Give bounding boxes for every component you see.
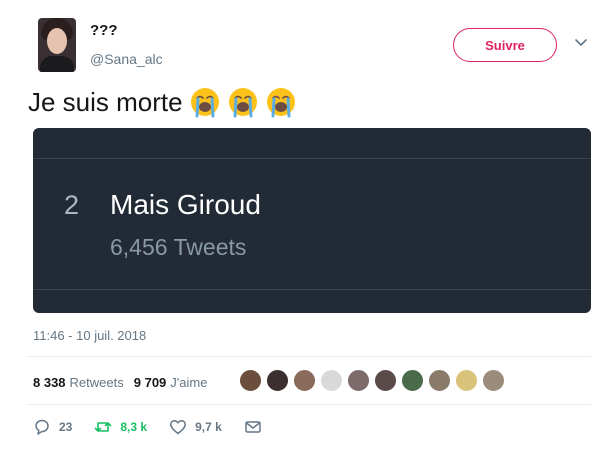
divider bbox=[28, 356, 591, 357]
liker-avatar[interactable] bbox=[319, 368, 344, 393]
retweets-count[interactable]: 8 338 bbox=[33, 375, 66, 390]
retweet-button[interactable]: 8,3 k bbox=[94, 418, 147, 436]
liker-avatar[interactable] bbox=[292, 368, 317, 393]
liker-avatar[interactable] bbox=[481, 368, 506, 393]
liker-avatar[interactable] bbox=[454, 368, 479, 393]
trend-rank: 2 bbox=[64, 190, 80, 220]
avatar[interactable] bbox=[38, 18, 76, 72]
reply-count: 23 bbox=[59, 420, 73, 434]
retweet-icon bbox=[95, 422, 112, 432]
media-divider bbox=[33, 158, 591, 159]
likes-label[interactable]: J'aime bbox=[170, 375, 207, 390]
avatar-face bbox=[47, 28, 67, 54]
user-handle[interactable]: @Sana_alc bbox=[90, 51, 163, 67]
reply-button[interactable]: 23 bbox=[33, 418, 72, 436]
tweet-text-content: Je suis morte bbox=[28, 86, 183, 117]
avatar-body bbox=[40, 56, 74, 72]
liker-avatar[interactable] bbox=[427, 368, 452, 393]
tweet-header: ??? @Sana_alc Suivre bbox=[28, 18, 591, 78]
liker-avatar[interactable] bbox=[238, 368, 263, 393]
liker-avatar[interactable] bbox=[373, 368, 398, 393]
media-image[interactable]: 2 Mais Giroud 6,456 Tweets bbox=[33, 128, 591, 313]
retweets-label[interactable]: Retweets bbox=[70, 375, 124, 390]
divider bbox=[28, 404, 591, 405]
loudly-crying-face-icon bbox=[266, 88, 295, 118]
liker-avatar[interactable] bbox=[265, 368, 290, 393]
like-button[interactable]: 9,7 k bbox=[169, 418, 222, 436]
chevron-down-icon[interactable] bbox=[573, 34, 589, 50]
reply-icon bbox=[35, 419, 49, 435]
loudly-crying-face-icon bbox=[190, 88, 219, 118]
tweet-actions: 23 8,3 k 9,7 k bbox=[33, 418, 292, 436]
liker-avatar[interactable] bbox=[400, 368, 425, 393]
trend-count: 6,456 Tweets bbox=[110, 234, 247, 260]
tweet-stats: 8 338 Retweets 9 709 J'aime bbox=[33, 368, 207, 396]
likes-count[interactable]: 9 709 bbox=[134, 375, 167, 390]
likers-avatars bbox=[238, 368, 508, 393]
tweet-text: Je suis morte bbox=[28, 86, 297, 118]
like-count: 9,7 k bbox=[195, 420, 222, 434]
loudly-crying-face-icon bbox=[228, 88, 257, 118]
retweet-count: 8,3 k bbox=[120, 420, 148, 434]
heart-icon bbox=[170, 419, 187, 435]
envelope-icon bbox=[245, 421, 261, 433]
direct-message-button[interactable] bbox=[244, 418, 270, 436]
liker-avatar[interactable] bbox=[346, 368, 371, 393]
tweet-timestamp[interactable]: 11:46 - 10 juil. 2018 bbox=[33, 328, 146, 343]
trend-name: Mais Giroud bbox=[110, 189, 261, 220]
media-divider bbox=[33, 289, 591, 290]
follow-button[interactable]: Suivre bbox=[453, 28, 557, 62]
display-name[interactable]: ??? bbox=[90, 22, 118, 39]
